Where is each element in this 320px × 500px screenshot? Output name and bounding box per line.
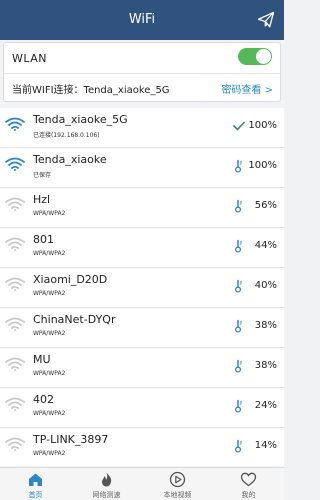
signal-strength: 56%: [254, 200, 277, 211]
tab-flame[interactable]: 网络测速: [71, 468, 142, 500]
check-icon: [232, 118, 246, 132]
divider: [4, 73, 280, 74]
network-name: 402: [33, 393, 54, 406]
wlan-label: WLAN: [12, 52, 48, 65]
network-name: Hzl: [33, 193, 51, 206]
network-security: WPA/WPA2: [33, 250, 66, 257]
app-header: WiFi: [0, 0, 284, 40]
signal-strength: 100%: [248, 160, 277, 171]
wifi-signal-icon: [5, 316, 25, 331]
network-row[interactable]: 402 WPA/WPA2 24%: [0, 388, 284, 428]
current-connection-label: 当前WIFI连接：Tenda_xiaoke_5G: [12, 85, 170, 96]
toggle-knob: [256, 49, 271, 64]
network-security: WPA/WPA2: [33, 330, 66, 337]
play-icon: [169, 471, 186, 488]
tab-label: 我的: [241, 491, 256, 499]
wifi-signal-icon: [5, 236, 25, 251]
network-row[interactable]: Xiaomi_D20D WPA/WPA2 40%: [0, 268, 284, 308]
tab-label: 首页: [28, 491, 43, 499]
network-list: Tenda_xiaoke_5G 已连接(192.168.0.106) 100% Ten…: [0, 108, 284, 466]
signal-strength: 38%: [254, 360, 277, 371]
tab-heart[interactable]: 我的: [213, 468, 284, 500]
network-security: 已连接(192.168.0.106): [33, 132, 100, 139]
network-row[interactable]: MU WPA/WPA2 38%: [0, 348, 284, 388]
bottom-tab-bar: 首页 网络测速 本地视频 我的: [0, 467, 284, 500]
network-row[interactable]: Tenda_xiaoke 已保存 100%: [0, 148, 284, 188]
thermometer-icon: [232, 318, 246, 333]
network-name: MU: [33, 353, 51, 366]
thermometer-icon: [232, 358, 246, 373]
network-security: WPA/WPA2: [33, 450, 66, 457]
thermometer-icon: [232, 158, 246, 173]
tab-label: 本地视频: [163, 491, 192, 499]
network-name: Tenda_xiaoke: [33, 153, 107, 166]
signal-strength: 14%: [254, 440, 277, 451]
flame-icon: [98, 471, 115, 488]
network-security: 已保存: [33, 172, 52, 179]
network-row[interactable]: Hzl WPA/WPA2 56%: [0, 188, 284, 228]
wlan-card: WLAN 当前WIFI连接：Tenda_xiaoke_5G 密码查看 >: [3, 42, 281, 102]
thermometer-icon: [232, 438, 246, 453]
wifi-signal-icon: [5, 436, 25, 451]
paper-plane-icon[interactable]: [257, 11, 275, 29]
network-row[interactable]: TP-LINK_3897 WPA/WPA2 14%: [0, 428, 284, 466]
heart-icon: [240, 471, 257, 488]
network-security: WPA/WPA2: [33, 290, 66, 297]
home-icon: [27, 471, 44, 488]
thermometer-icon: [232, 238, 246, 253]
network-name: ChinaNet-DYQr: [33, 313, 116, 326]
network-row[interactable]: Tenda_xiaoke_5G 已连接(192.168.0.106) 100%: [0, 108, 284, 148]
wifi-signal-icon: [5, 116, 25, 131]
wlan-toggle[interactable]: [238, 48, 272, 65]
network-name: TP-LINK_3897: [33, 433, 109, 446]
page-title: WiFi: [128, 12, 156, 27]
network-row[interactable]: ChinaNet-DYQr WPA/WPA2 38%: [0, 308, 284, 348]
network-security: WPA/WPA2: [33, 210, 66, 217]
network-name: Xiaomi_D20D: [33, 273, 108, 286]
wifi-signal-icon: [5, 396, 25, 411]
signal-strength: 40%: [254, 280, 277, 291]
network-name: 801: [33, 233, 54, 246]
wifi-signal-icon: [5, 156, 25, 171]
network-security: WPA/WPA2: [33, 370, 66, 377]
tab-home[interactable]: 首页: [0, 468, 71, 500]
signal-strength: 24%: [254, 400, 277, 411]
tab-label: 网络测速: [92, 491, 121, 499]
thermometer-icon: [232, 278, 246, 293]
network-name: Tenda_xiaoke_5G: [33, 113, 128, 126]
tab-play[interactable]: 本地视频: [142, 468, 213, 500]
wifi-signal-icon: [5, 196, 25, 211]
signal-strength: 38%: [254, 320, 277, 331]
signal-strength: 44%: [254, 240, 277, 251]
signal-strength: 100%: [248, 120, 277, 131]
thermometer-icon: [232, 398, 246, 413]
thermometer-icon: [232, 198, 246, 213]
view-password-link[interactable]: 密码查看 >: [221, 81, 273, 96]
wifi-signal-icon: [5, 276, 25, 291]
wifi-signal-icon: [5, 356, 25, 371]
network-security: WPA/WPA2: [33, 410, 66, 417]
network-row[interactable]: 801 WPA/WPA2 44%: [0, 228, 284, 268]
